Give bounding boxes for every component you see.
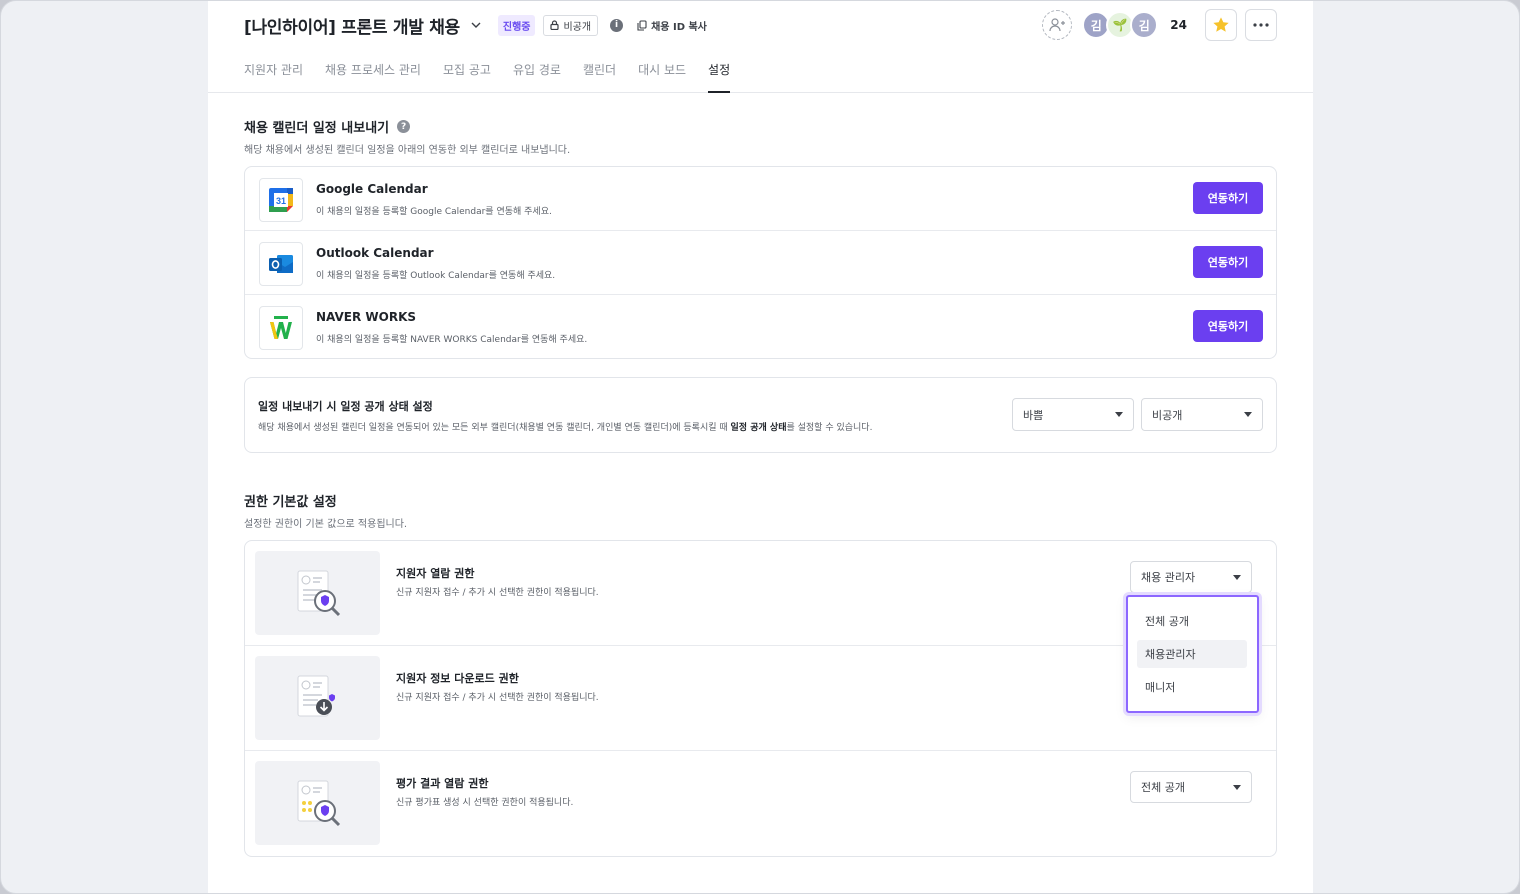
info-icon[interactable]: i <box>610 18 624 32</box>
permission-row-view-applicant: 지원자 열람 권한 신규 지원자 접수 / 추가 시 선택한 권한이 적용됩니다… <box>245 541 1276 646</box>
export-setting-desc: 해당 채용에서 생성된 캘린더 일정을 연동되어 있는 모든 외부 캘린더(채용… <box>258 420 872 433</box>
calendar-section-desc: 해당 채용에서 생성된 캘린더 일정을 아래의 연동한 외부 캘린더로 내보냅니… <box>244 145 571 156</box>
status-badge: 진행중 <box>497 14 536 36</box>
busy-status-select[interactable]: 바쁨 <box>1012 398 1134 431</box>
view-permission-select[interactable]: 채용 관리자 <box>1130 561 1252 593</box>
integration-desc: 이 채용의 일정을 등록할 Google Calendar를 연동해 주세요. <box>316 207 552 217</box>
star-icon <box>1213 17 1229 32</box>
evaluation-permission-value: 전체 공개 <box>1141 781 1185 794</box>
calendar-section-title: 채용 캘린더 일정 내보내기 ? <box>244 117 411 136</box>
export-setting-title: 일정 내보내기 시 일정 공개 상태 설정 <box>258 400 433 413</box>
integration-name: Google Calendar <box>316 182 428 196</box>
tab-calendar[interactable]: 캘린더 <box>583 59 616 93</box>
tab-sources[interactable]: 유입 경로 <box>513 59 561 93</box>
document-search-icon <box>255 551 380 635</box>
naver-works-icon <box>259 306 303 350</box>
export-desc-text: 해당 채용에서 생성된 캘린더 일정을 연동되어 있는 모든 외부 캘린더(채용… <box>258 423 731 433</box>
integration-name: NAVER WORKS <box>316 310 417 324</box>
calendar-section-title-text: 채용 캘린더 일정 내보내기 <box>244 121 390 136</box>
member-avatars[interactable]: 김 🌱 김 <box>1082 11 1159 39</box>
connect-naver-works-button[interactable]: 연동하기 <box>1193 310 1263 342</box>
caret-down-icon <box>1233 575 1241 580</box>
permission-row-evaluation: 평가 결과 열람 권한 신규 평가표 생성 시 선택한 권한이 적용됩니다. 전… <box>245 751 1276 856</box>
tab-job-posting[interactable]: 모집 공고 <box>443 59 491 93</box>
dropdown-option-public[interactable]: 전체 공개 <box>1137 607 1247 635</box>
permission-desc: 신규 지원자 접수 / 추가 시 선택한 권한이 적용됩니다. <box>396 693 599 703</box>
copy-icon <box>637 19 647 31</box>
header: [나인하이어] 프론트 개발 채용 진행중 비공개 i 채용 ID 복사 김 🌱… <box>208 1 1313 93</box>
app-frame: [나인하이어] 프론트 개발 채용 진행중 비공개 i 채용 ID 복사 김 🌱… <box>0 0 1520 894</box>
settings-page: [나인하이어] 프론트 개발 채용 진행중 비공개 i 채용 ID 복사 김 🌱… <box>208 1 1313 893</box>
permission-dropdown-menu: 전체 공개 채용관리자 매니저 <box>1126 595 1259 713</box>
integration-desc: 이 채용의 일정을 등록할 Outlook Calendar를 연동해 주세요. <box>316 271 556 281</box>
caret-down-icon <box>1115 412 1123 417</box>
integration-row-naver: NAVER WORKS 이 채용의 일정을 등록할 NAVER WORKS Ca… <box>245 295 1276 359</box>
evaluation-search-icon <box>255 761 380 845</box>
view-permission-value: 채용 관리자 <box>1141 571 1196 584</box>
integration-row-google: 31 Google Calendar 이 채용의 일정을 등록할 Google … <box>245 167 1276 231</box>
visibility-badge[interactable]: 비공개 <box>543 14 599 36</box>
add-member-button[interactable] <box>1042 10 1073 40</box>
connect-google-button[interactable]: 연동하기 <box>1193 182 1263 214</box>
title-row: [나인하이어] 프론트 개발 채용 진행중 비공개 i 채용 ID 복사 <box>244 11 707 39</box>
permission-desc: 신규 지원자 접수 / 추가 시 선택한 권한이 적용됩니다. <box>396 588 599 598</box>
dropdown-option-recruit-manager[interactable]: 채용관리자 <box>1137 640 1247 668</box>
permission-name: 지원자 정보 다운로드 권한 <box>396 672 519 685</box>
integration-name: Outlook Calendar <box>316 246 434 260</box>
tab-settings[interactable]: 설정 <box>708 59 731 93</box>
outlook-icon <box>259 242 303 286</box>
permission-row-download: 지원자 정보 다운로드 권한 신규 지원자 접수 / 추가 시 선택한 권한이 … <box>245 646 1276 751</box>
tab-applicants[interactable]: 지원자 관리 <box>244 59 303 93</box>
more-icon <box>1253 23 1269 27</box>
export-desc-text-end: 를 설정할 수 있습니다. <box>786 423 873 433</box>
tab-bar: 지원자 관리 채용 프로세스 관리 모집 공고 유입 경로 캘린더 대시 보드 … <box>244 59 752 93</box>
page-title: [나인하이어] 프론트 개발 채용 <box>244 17 460 38</box>
more-options-button[interactable] <box>1245 9 1277 41</box>
copy-id-label: 채용 ID 복사 <box>651 21 707 33</box>
caret-down-icon <box>1233 785 1241 790</box>
permission-section-title: 권한 기본값 설정 <box>244 495 337 510</box>
permission-name: 지원자 열람 권한 <box>396 567 475 580</box>
permission-desc: 신규 평가표 생성 시 선택한 권한이 적용됩니다. <box>396 798 574 808</box>
integration-row-outlook: Outlook Calendar 이 채용의 일정을 등록할 Outlook C… <box>245 231 1276 295</box>
caret-down-icon <box>1244 412 1252 417</box>
busy-status-value: 바쁨 <box>1023 408 1044 422</box>
calendar-integrations: 31 Google Calendar 이 채용의 일정을 등록할 Google … <box>244 166 1277 359</box>
permission-list: 지원자 열람 권한 신규 지원자 접수 / 추가 시 선택한 권한이 적용됩니다… <box>244 540 1277 857</box>
favorite-button[interactable] <box>1205 9 1237 41</box>
help-icon[interactable]: ? <box>397 120 411 133</box>
lock-icon <box>550 20 560 30</box>
integration-desc: 이 채용의 일정을 등록할 NAVER WORKS Calendar를 연동해 … <box>316 335 588 345</box>
tab-process[interactable]: 채용 프로세스 관리 <box>325 59 421 93</box>
connect-outlook-button[interactable]: 연동하기 <box>1193 246 1263 278</box>
google-calendar-icon: 31 <box>259 178 303 222</box>
visibility-value: 비공개 <box>1152 408 1183 422</box>
add-user-icon <box>1049 18 1066 32</box>
copy-id-button[interactable]: 채용 ID 복사 <box>637 18 707 33</box>
visibility-select[interactable]: 비공개 <box>1141 398 1263 431</box>
visibility-label: 비공개 <box>563 21 592 33</box>
permission-name: 평가 결과 열람 권한 <box>396 777 489 790</box>
export-visibility-setting: 일정 내보내기 시 일정 공개 상태 설정 해당 채용에서 생성된 캘린더 일정… <box>244 377 1277 453</box>
member-count: 24 <box>1170 18 1187 32</box>
permission-section-desc: 설정한 권한이 기본 값으로 적용됩니다. <box>244 519 408 530</box>
chevron-down-icon[interactable] <box>468 17 484 33</box>
evaluation-permission-select[interactable]: 전체 공개 <box>1130 771 1252 803</box>
avatar: 김 <box>1130 11 1159 39</box>
dropdown-option-manager[interactable]: 매니저 <box>1137 673 1247 701</box>
header-actions: 김 🌱 김 24 <box>1042 9 1277 41</box>
export-desc-bold: 일정 공개 상태 <box>730 423 787 433</box>
document-download-icon <box>255 656 380 740</box>
svg-text:31: 31 <box>276 196 286 206</box>
tab-dashboard[interactable]: 대시 보드 <box>638 59 686 93</box>
